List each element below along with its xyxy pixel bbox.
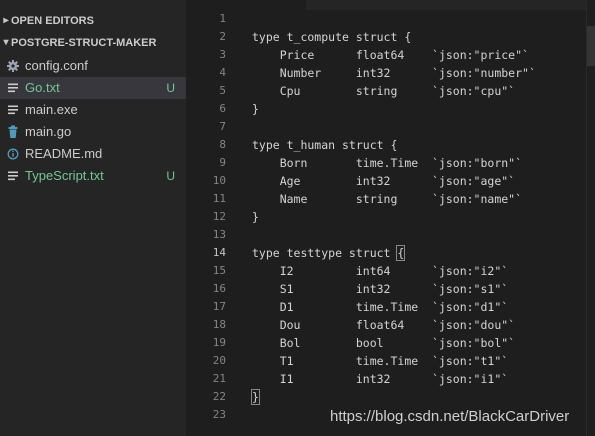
code-editor[interactable]: 1 2 type t_compute struct {3 Price float64… — [186, 0, 595, 436]
line-number: 4 — [219, 66, 226, 79]
code-text: type testtype struct { — [252, 245, 406, 261]
line-number: 21 — [212, 372, 226, 385]
code-text: T1 time.Time `json:"t1"` — [252, 354, 509, 368]
code-line: 15 I2 int64 `json:"i2"` — [186, 262, 595, 280]
info-icon — [7, 143, 19, 165]
code-text: Born time.Time `json:"born"` — [252, 156, 523, 170]
file-item[interactable]: config.conf — [0, 55, 186, 77]
file-name: README.md — [25, 146, 103, 161]
code-line: 21 I1 int32 `json:"i1"` — [186, 370, 595, 388]
code-text: } — [252, 102, 259, 116]
watermark: https://blog.csdn.net/BlackCarDriver — [330, 408, 570, 425]
code-line: 17 D1 time.Time `json:"d1"` — [186, 298, 595, 316]
line-number: 10 — [212, 174, 226, 187]
code-text: type t_human struct { — [252, 138, 398, 152]
code-line: 20 T1 time.Time `json:"t1"` — [186, 352, 595, 370]
file-item[interactable]: main.go — [0, 121, 186, 143]
line-number: 14 — [212, 246, 226, 259]
gear-icon — [7, 55, 19, 77]
line-number: 3 — [219, 48, 226, 61]
trash-icon — [7, 121, 19, 143]
code-text: Dou float64 `json:"dou"` — [252, 318, 516, 332]
line-number: 16 — [212, 282, 226, 295]
code-text: Price float64 `json:"price"` — [252, 48, 529, 62]
line-number: 5 — [219, 84, 226, 97]
line-number: 1 — [219, 12, 226, 25]
file-item[interactable]: main.exe — [0, 99, 186, 121]
code-text: S1 int32 `json:"s1"` — [252, 282, 509, 296]
git-untracked-badge: U — [166, 169, 175, 183]
code-line: 11 Name string `json:"name"` — [186, 190, 595, 208]
code-line: 16 S1 int32 `json:"s1"` — [186, 280, 595, 298]
bracket-match: } — [251, 389, 260, 405]
code-line: 2 type t_compute struct { — [186, 28, 595, 46]
file-name: main.exe — [25, 102, 78, 117]
line-number: 20 — [212, 354, 226, 367]
line-number: 15 — [212, 264, 226, 277]
git-untracked-badge: U — [166, 81, 175, 95]
line-number: 6 — [219, 102, 226, 115]
code-line: 10 Age int32 `json:"age"` — [186, 172, 595, 190]
code-text: Number int32 `json:"number"` — [252, 66, 536, 80]
code-line: 19 Bol bool `json:"bol"` — [186, 334, 595, 352]
open-editors-header[interactable]: ▸ OPEN EDITORS — [0, 10, 186, 32]
code-line: 13 — [186, 226, 595, 244]
line-number: 7 — [219, 120, 226, 133]
line-number: 19 — [212, 336, 226, 349]
code-text: I1 int32 `json:"i1"` — [252, 372, 509, 386]
code-text: Cpu string `json:"cpu"` — [252, 84, 516, 98]
code-text: D1 time.Time `json:"d1"` — [252, 300, 509, 314]
code-line: 7 — [186, 118, 595, 136]
explorer-sidebar: ▸ OPEN EDITORS ▾ POSTGRE-STRUCT-MAKER co… — [0, 0, 186, 436]
code-line: 4 Number int32 `json:"number"` — [186, 64, 595, 82]
code-line: 18 Dou float64 `json:"dou"` — [186, 316, 595, 334]
code-line: 5 Cpu string `json:"cpu"` — [186, 82, 595, 100]
line-number: 11 — [212, 192, 226, 205]
lines-icon — [7, 77, 19, 99]
line-number: 22 — [212, 390, 226, 403]
file-name: main.go — [25, 124, 72, 139]
tab-strip — [306, 0, 595, 10]
lines-icon — [7, 165, 19, 187]
code-text: } — [252, 210, 259, 224]
code-line: 22} — [186, 388, 595, 406]
project-folder-header[interactable]: ▾ POSTGRE-STRUCT-MAKER — [0, 32, 186, 54]
code-text: } — [251, 388, 260, 406]
code-line: 1 — [186, 10, 595, 28]
code-text: Age int32 `json:"age"` — [252, 174, 516, 188]
line-number: 2 — [219, 30, 226, 43]
code-text: Name string `json:"name"` — [252, 192, 523, 206]
lines-icon — [7, 99, 19, 121]
file-item[interactable]: TypeScript.txt U — [0, 165, 186, 187]
code-text: Bol bool `json:"bol"` — [252, 336, 516, 350]
line-number: 23 — [212, 408, 226, 421]
file-name: TypeScript.txt — [25, 168, 104, 183]
file-name: Go.txt — [25, 80, 60, 95]
code-text: type t_compute struct { — [252, 30, 412, 44]
line-number: 12 — [212, 210, 226, 223]
code-text: I2 int64 `json:"i2"` — [252, 264, 509, 278]
code-line: 8 type t_human struct { — [186, 136, 595, 154]
chevron-right-icon: ▸ — [3, 15, 9, 26]
line-number: 18 — [212, 318, 226, 331]
code-line: 3 Price float64 `json:"price"` — [186, 46, 595, 64]
line-number: 13 — [212, 228, 226, 241]
file-item[interactable]: README.md — [0, 143, 186, 165]
scrollbar-thumb[interactable] — [587, 26, 595, 66]
bracket-match: { — [396, 245, 406, 261]
chevron-down-icon: ▾ — [3, 37, 9, 48]
code-line: 14 type testtype struct { — [186, 244, 595, 262]
code-line: 9 Born time.Time `json:"born"` — [186, 154, 595, 172]
file-name: config.conf — [25, 58, 88, 73]
file-item[interactable]: Go.txt U — [0, 77, 186, 99]
code-line: 6} — [186, 100, 595, 118]
line-number: 17 — [212, 300, 226, 313]
line-number: 8 — [219, 138, 226, 151]
line-number: 9 — [219, 156, 226, 169]
code-line: 12} — [186, 208, 595, 226]
